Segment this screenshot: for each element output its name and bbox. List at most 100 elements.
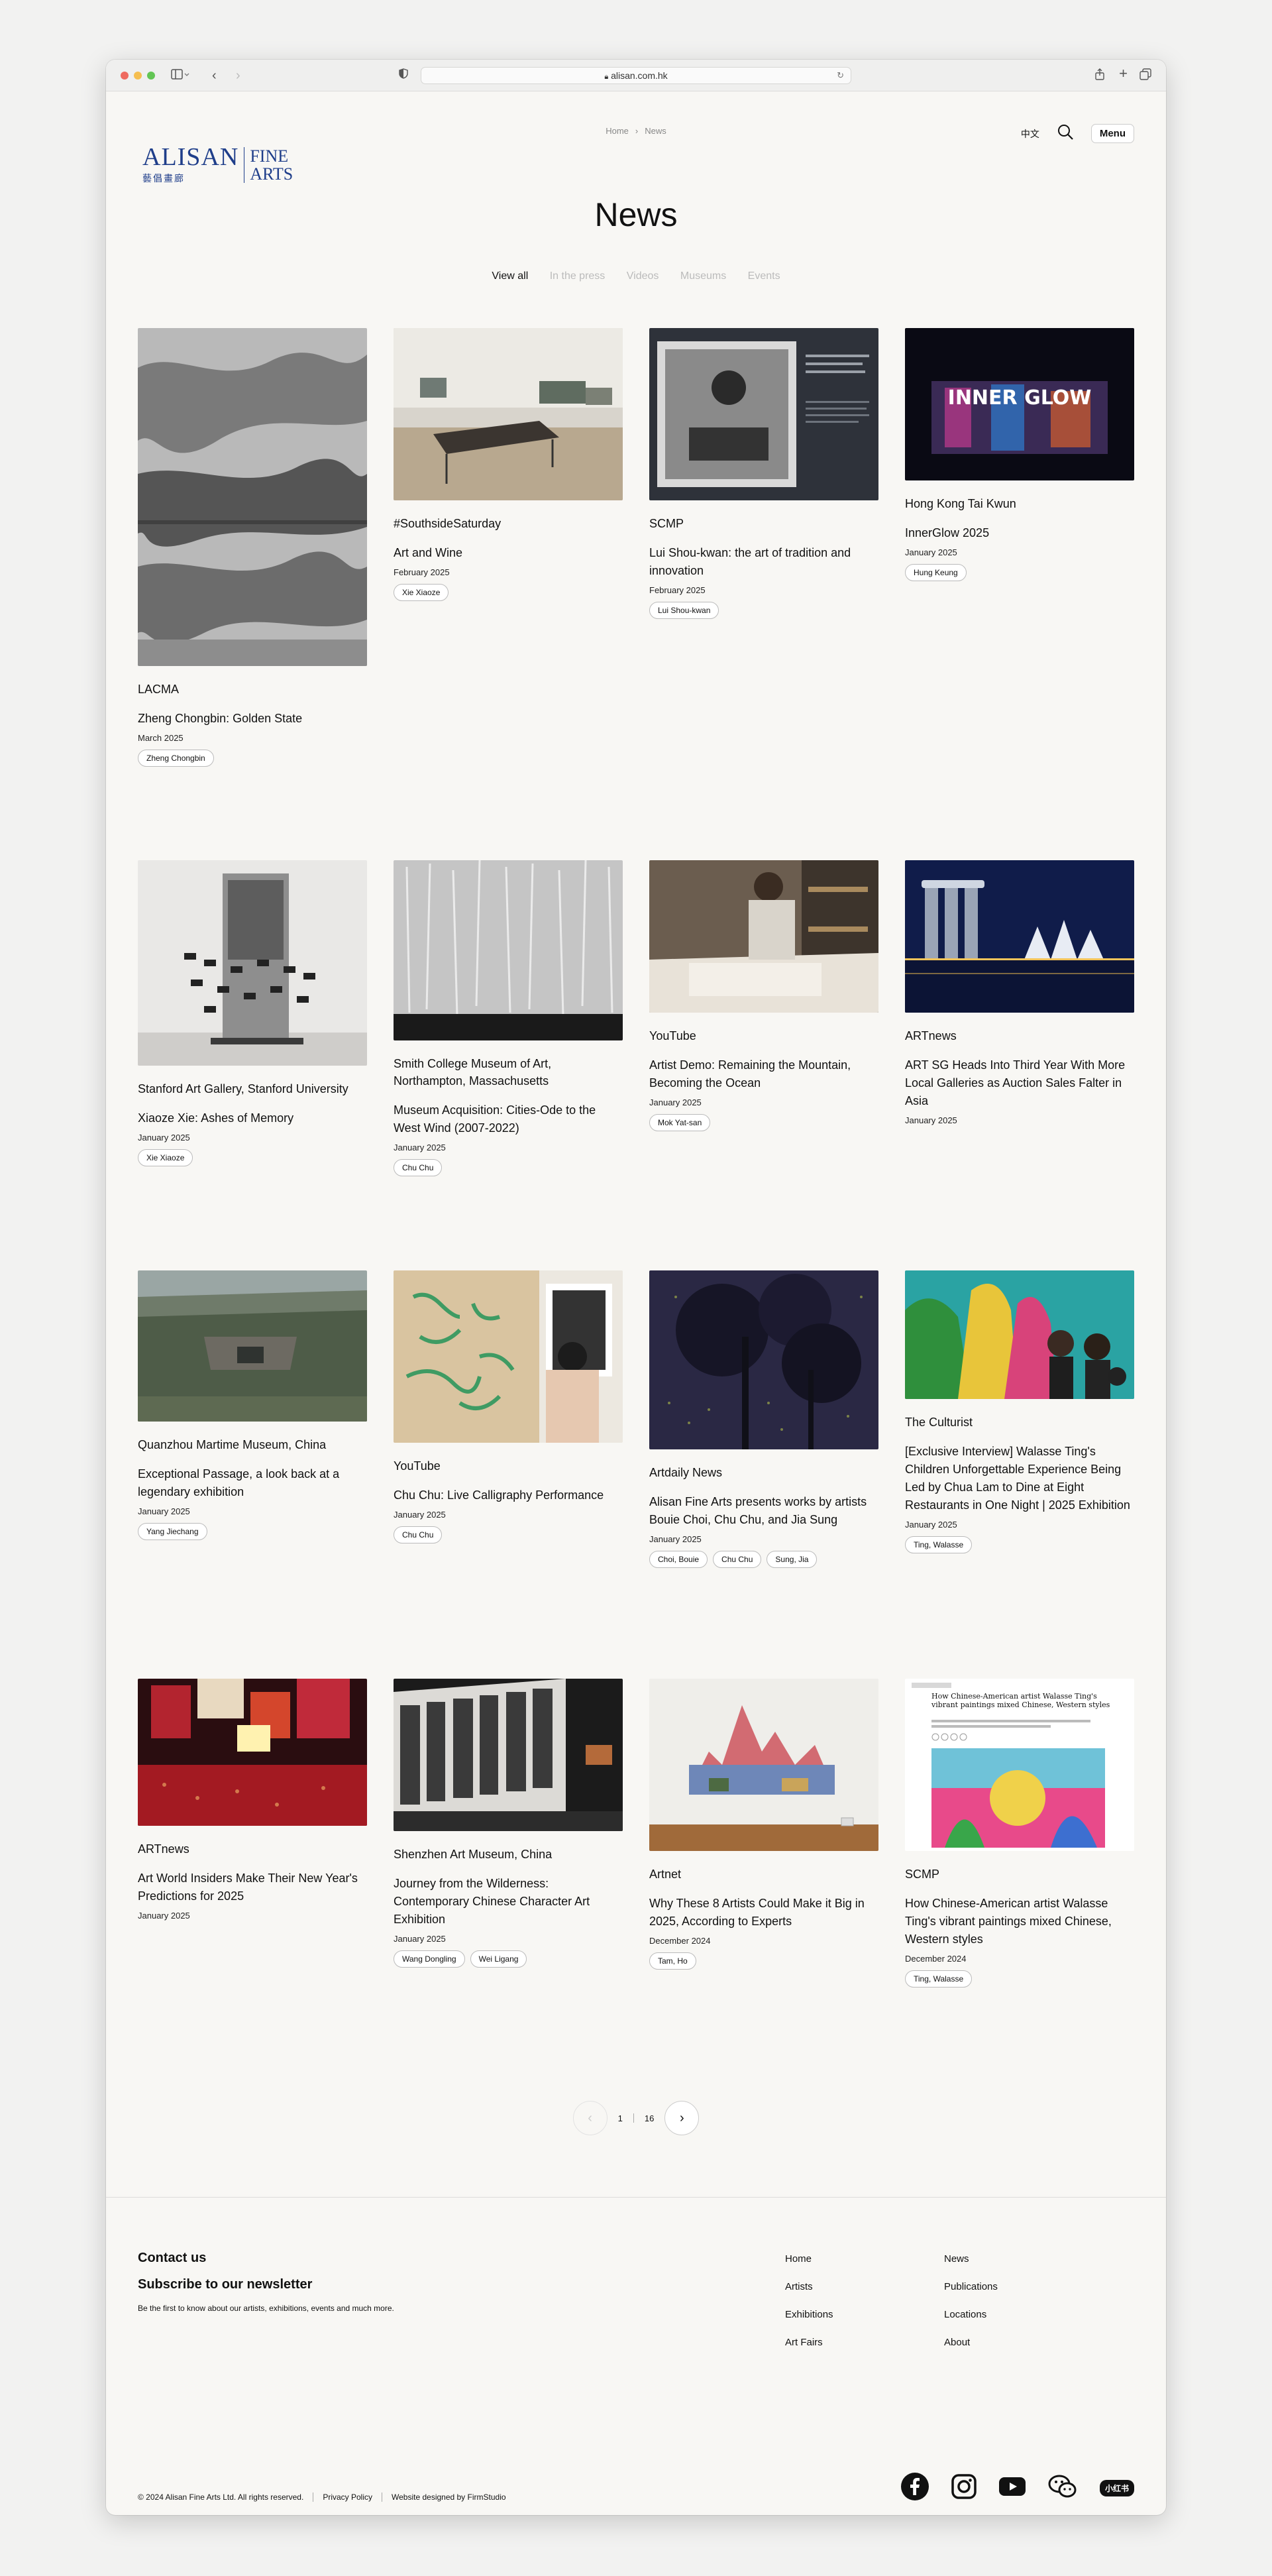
news-card[interactable]: ARTnews Art World Insiders Make Their Ne… <box>138 1679 367 1921</box>
news-thumbnail-times-square[interactable] <box>138 1679 367 1826</box>
wechat-icon[interactable] <box>1048 2474 1077 2502</box>
news-card[interactable]: SCMP Lui Shou-kwan: the art of tradition… <box>649 328 878 619</box>
language-toggle[interactable]: 中文 <box>1021 127 1039 140</box>
news-card[interactable]: Artnet Why These 8 Artists Could Make it… <box>649 1679 878 1970</box>
address-bar[interactable]: 🔒︎ alisan.com.hk ↻ <box>421 67 851 84</box>
news-title[interactable]: Chu Chu: Live Calligraphy Performance <box>394 1486 623 1504</box>
news-thumbnail-innerglow[interactable]: INNER GLOW <box>905 328 1134 480</box>
news-title[interactable]: Artist Demo: Remaining the Mountain, Bec… <box>649 1056 878 1092</box>
artist-tag[interactable]: Ting, Walasse <box>905 1536 973 1553</box>
tab-overview-icon[interactable] <box>1140 68 1151 85</box>
youtube-icon[interactable] <box>998 2477 1026 2500</box>
footer-link-news[interactable]: News <box>944 2245 998 2273</box>
filter-tab-view-all[interactable]: View all <box>492 270 528 282</box>
instagram-icon[interactable] <box>951 2474 977 2502</box>
news-title[interactable]: Xiaoze Xie: Ashes of Memory <box>138 1109 367 1127</box>
news-title[interactable]: Art and Wine <box>394 544 623 562</box>
artist-tag[interactable]: Choi, Bouie <box>649 1551 708 1568</box>
filter-tab-in-the-press[interactable]: In the press <box>550 270 606 282</box>
news-card[interactable]: How Chinese-American artist Walasse Ting… <box>905 1679 1134 1988</box>
news-card[interactable]: Quanzhou Martime Museum, China Exception… <box>138 1270 367 1540</box>
news-thumbnail-exhibition-hall[interactable] <box>394 1679 623 1831</box>
news-card[interactable]: Stanford Art Gallery, Stanford Universit… <box>138 860 367 1166</box>
news-thumbnail-installation[interactable] <box>138 860 367 1066</box>
designer-credit-link[interactable]: Website designed by FirmStudio <box>392 2492 506 2502</box>
news-card[interactable]: LACMA Zheng Chongbin: Golden State March… <box>138 328 367 767</box>
news-title[interactable]: How Chinese-American artist Walasse Ting… <box>905 1895 1134 1948</box>
news-title[interactable]: Art World Insiders Make Their New Year's… <box>138 1870 367 1905</box>
share-icon[interactable] <box>1094 68 1105 85</box>
footer-link-artists[interactable]: Artists <box>785 2273 833 2301</box>
artist-tag[interactable]: Chu Chu <box>394 1526 443 1543</box>
reload-icon[interactable]: ↻ <box>837 68 844 84</box>
footer-link-art-fairs[interactable]: Art Fairs <box>785 2329 833 2357</box>
news-thumbnail-scmp-article[interactable]: How Chinese-American artist Walasse Ting… <box>905 1679 1134 1851</box>
minimize-window-icon[interactable] <box>134 72 142 80</box>
artist-tag[interactable]: Chu Chu <box>713 1551 762 1568</box>
news-title[interactable]: Journey from the Wilderness: Contemporar… <box>394 1875 623 1929</box>
artist-tag[interactable]: Zheng Chongbin <box>138 750 214 767</box>
news-thumbnail-gallery-interior[interactable] <box>394 328 623 500</box>
news-title[interactable]: Zheng Chongbin: Golden State <box>138 710 367 728</box>
artist-tag[interactable]: Ting, Walasse <box>905 1970 973 1988</box>
footer-link-exhibitions[interactable]: Exhibitions <box>785 2301 833 2329</box>
menu-button[interactable]: Menu <box>1090 124 1134 143</box>
news-title[interactable]: [Exclusive Interview] Walasse Ting's Chi… <box>905 1443 1134 1514</box>
artist-tag[interactable]: Xie Xiaoze <box>394 584 449 601</box>
filter-tab-videos[interactable]: Videos <box>627 270 659 282</box>
news-card[interactable]: #SouthsideSaturday Art and Wine February… <box>394 328 623 601</box>
artist-tag[interactable]: Hung Keung <box>905 564 967 581</box>
news-thumbnail-tree-painting[interactable] <box>649 1270 878 1449</box>
back-icon[interactable]: ‹ <box>212 68 217 83</box>
news-thumbnail-ink-landscape[interactable] <box>138 328 367 666</box>
news-title[interactable]: Why These 8 Artists Could Make it Big in… <box>649 1895 878 1931</box>
news-card[interactable]: Smith College Museum of Art, Northampton… <box>394 860 623 1176</box>
news-card[interactable]: YouTube Artist Demo: Remaining the Mount… <box>649 860 878 1131</box>
news-title[interactable]: Alisan Fine Arts presents works by artis… <box>649 1493 878 1529</box>
news-card[interactable]: ARTnews ART SG Heads Into Third Year Wit… <box>905 860 1134 1125</box>
artist-tag[interactable]: Wang Dongling <box>394 1950 465 1968</box>
facebook-icon[interactable] <box>900 2473 929 2504</box>
filter-tab-events[interactable]: Events <box>748 270 780 282</box>
footer-link-about[interactable]: About <box>944 2329 998 2357</box>
filter-tab-museums[interactable]: Museums <box>680 270 726 282</box>
close-window-icon[interactable] <box>121 72 129 80</box>
news-card[interactable]: The Culturist [Exclusive Interview] Wala… <box>905 1270 1134 1553</box>
news-thumbnail-video-player[interactable] <box>649 328 878 500</box>
footer-link-locations[interactable]: Locations <box>944 2301 998 2329</box>
next-page-button[interactable]: › <box>664 2101 700 2135</box>
footer-link-publications[interactable]: Publications <box>944 2273 998 2301</box>
contact-us-link[interactable]: Contact us <box>138 2251 206 2266</box>
artist-tag[interactable]: Chu Chu <box>394 1159 443 1176</box>
new-tab-icon[interactable]: + <box>1119 66 1128 81</box>
artist-tag[interactable]: Yang Jiechang <box>138 1523 207 1540</box>
news-title[interactable]: Exceptional Passage, a look back at a le… <box>138 1465 367 1501</box>
news-title[interactable]: Lui Shou-kwan: the art of tradition and … <box>649 544 878 580</box>
breadcrumb-home[interactable]: Home <box>606 126 629 136</box>
news-title[interactable]: InnerGlow 2025 <box>905 524 1134 542</box>
artist-tag[interactable]: Tam, Ho <box>649 1952 696 1970</box>
xiaohongshu-icon[interactable]: 小红书 <box>1099 2480 1134 2496</box>
sidebar-icon[interactable] <box>171 68 189 85</box>
news-thumbnail-live-calligraphy[interactable] <box>394 1270 623 1443</box>
forward-icon[interactable]: › <box>236 68 240 83</box>
zoom-window-icon[interactable] <box>147 72 155 80</box>
news-thumbnail-marina-bay[interactable] <box>905 860 1134 1013</box>
news-card[interactable]: Shenzhen Art Museum, China Journey from … <box>394 1679 623 1968</box>
privacy-policy-link[interactable]: Privacy Policy <box>323 2492 372 2502</box>
news-card[interactable]: YouTube Chu Chu: Live Calligraphy Perfor… <box>394 1270 623 1543</box>
news-card[interactable]: Artdaily News Alisan Fine Arts presents … <box>649 1270 878 1568</box>
news-thumbnail-calligraphy-wall[interactable] <box>394 860 623 1040</box>
search-icon[interactable] <box>1057 123 1074 144</box>
news-thumbnail-culturist-interview[interactable] <box>905 1270 1134 1399</box>
footer-link-home[interactable]: Home <box>785 2245 833 2273</box>
newsletter-heading[interactable]: Subscribe to our newsletter <box>138 2277 312 2292</box>
news-thumbnail-artist-demo[interactable] <box>649 860 878 1013</box>
privacy-shield-icon[interactable] <box>399 68 408 84</box>
news-card[interactable]: INNER GLOW Hong Kong Tai Kwun InnerGlow … <box>905 328 1134 581</box>
artist-tag[interactable]: Mok Yat-san <box>649 1114 711 1131</box>
prev-page-button[interactable]: ‹ <box>572 2101 608 2135</box>
news-thumbnail-field-landscape[interactable] <box>138 1270 367 1422</box>
alisan-logo[interactable]: ALISAN 藝倡畫廊 FINE ARTS <box>142 144 293 185</box>
artist-tag[interactable]: Sung, Jia <box>767 1551 818 1568</box>
